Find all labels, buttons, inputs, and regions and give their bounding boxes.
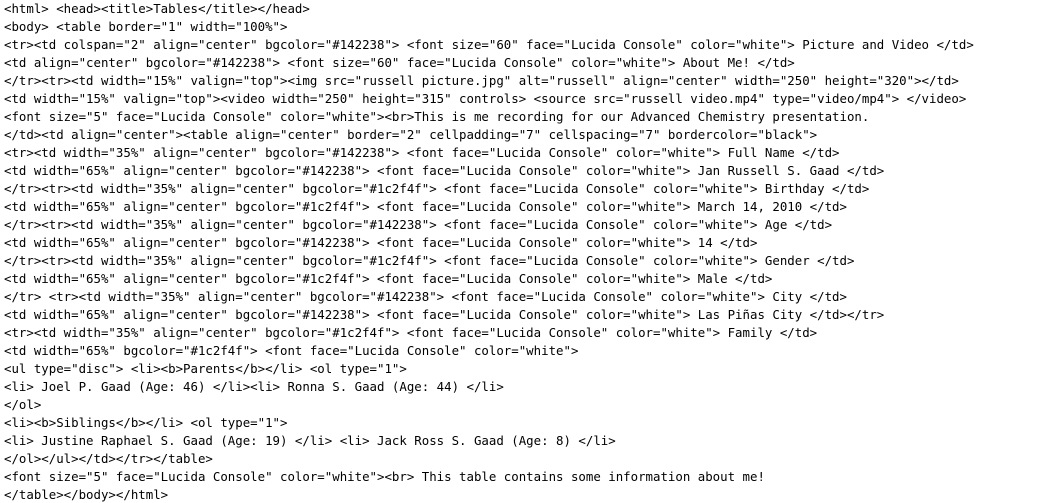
code-line: <tr><td width="35%" align="center" bgcol…	[4, 325, 818, 340]
code-line: <html> <head><title>Tables</title></head…	[4, 1, 310, 16]
code-line: <font size="5" face="Lucida Console" col…	[4, 109, 870, 124]
code-line: <td width="65%" align="center" bgcolor="…	[4, 307, 885, 322]
code-line: </tr><tr><td width="35%" align="center" …	[4, 181, 870, 196]
code-line: <font size="5" face="Lucida Console" col…	[4, 469, 765, 484]
code-line: <ul type="disc"> <li><b>Parents</b></li>…	[4, 361, 407, 376]
html-source-view: <html> <head><title>Tables</title></head…	[0, 0, 1045, 503]
code-line: <td width="65%" bgcolor="#1c2f4f"> <font…	[4, 343, 579, 358]
code-line: </tr><tr><td width="35%" align="center" …	[4, 217, 833, 232]
code-line: <td width="65%" align="center" bgcolor="…	[4, 235, 758, 250]
code-line: </td><td align="center"><table align="ce…	[4, 127, 818, 142]
code-line: <td width="65%" align="center" bgcolor="…	[4, 271, 773, 286]
code-line: </table></body></html>	[4, 487, 169, 502]
code-line: </tr> <tr><td width="35%" align="center"…	[4, 289, 847, 304]
code-line: <td width="65%" align="center" bgcolor="…	[4, 199, 847, 214]
code-line: <td align="center" bgcolor="#142238"> <f…	[4, 55, 795, 70]
code-line: <td width="15%" valign="top"><video widt…	[4, 91, 967, 106]
code-line: </ol></ul></td></tr></table>	[4, 451, 213, 466]
code-line: <td width="65%" align="center" bgcolor="…	[4, 163, 885, 178]
code-line: </tr><tr><td width="35%" align="center" …	[4, 253, 855, 268]
code-line: <body> <table border="1" width="100%">	[4, 19, 288, 34]
code-line: <tr><td width="35%" align="center" bgcol…	[4, 145, 840, 160]
code-line: <li><b>Siblings</b></li> <ol type="1">	[4, 415, 288, 430]
code-line: </ol>	[4, 397, 42, 412]
code-line: <li> Joel P. Gaad (Age: 46) </li><li> Ro…	[4, 379, 504, 394]
code-line: </tr><tr><td width="15%" valign="top"><i…	[4, 73, 959, 88]
code-line: <li> Justine Raphael S. Gaad (Age: 19) <…	[4, 433, 616, 448]
code-line: <tr><td colspan="2" align="center" bgcol…	[4, 37, 974, 52]
